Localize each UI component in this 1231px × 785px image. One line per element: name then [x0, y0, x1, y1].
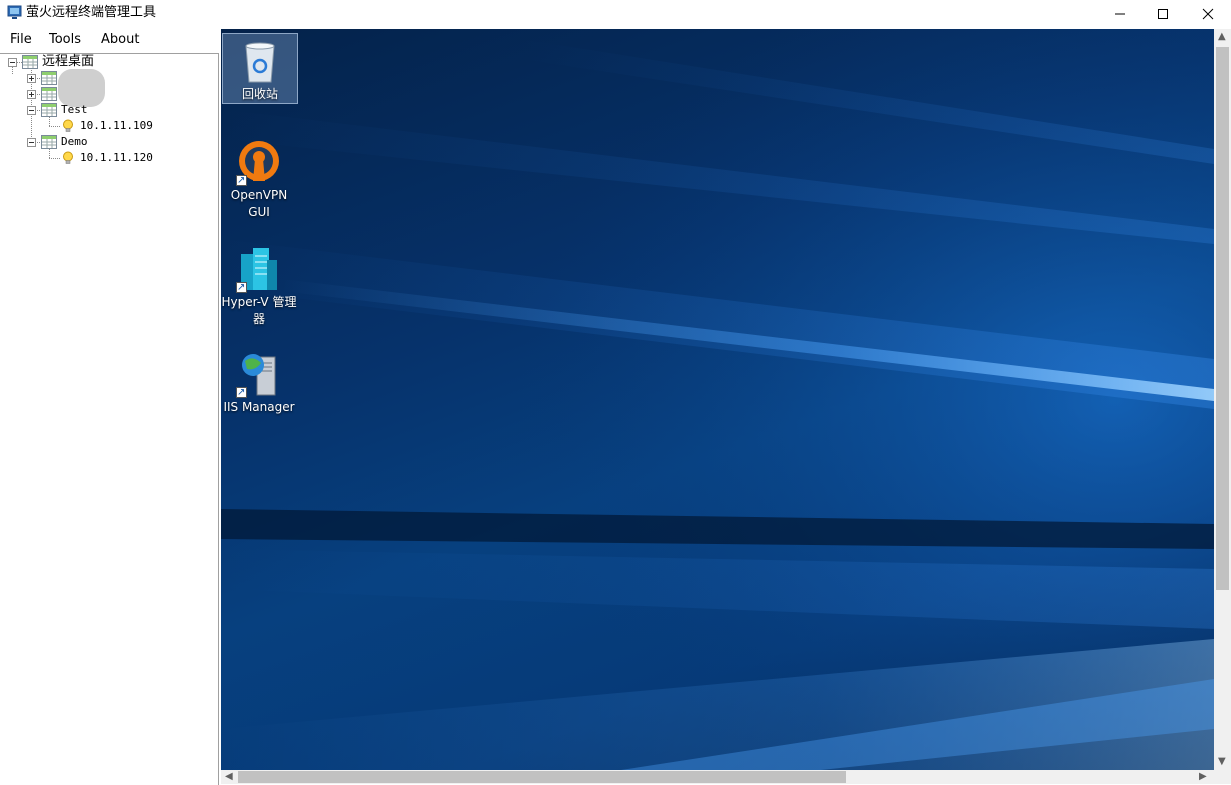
minimize-button[interactable]	[1097, 0, 1143, 28]
desktop-icon-iis[interactable]: IIS Manager	[221, 349, 297, 416]
tree-host-label: 10.1.11.109	[80, 119, 153, 132]
desktop-wallpaper	[221, 29, 1214, 770]
expand-toggle[interactable]	[27, 90, 36, 99]
folder-grid-icon	[41, 103, 57, 117]
close-button[interactable]	[1185, 0, 1231, 28]
remote-desktop-view[interactable]: 回收站 OpenVPN GUI Hyper-V 管理器	[221, 29, 1214, 770]
recycle-bin-icon	[245, 42, 275, 83]
horizontal-scroll-thumb[interactable]	[238, 771, 846, 783]
window-title: 萤火远程终端管理工具	[26, 5, 157, 20]
expand-toggle[interactable]	[27, 74, 36, 83]
collapse-toggle[interactable]	[27, 106, 36, 115]
scroll-right-icon[interactable]: ▶	[1199, 771, 1207, 783]
tree-host-node[interactable]: 10.1.11.120	[0, 150, 200, 166]
tree-host-label: 10.1.11.120	[80, 151, 153, 164]
maximize-button[interactable]	[1140, 0, 1186, 28]
shortcut-arrow-icon	[236, 384, 247, 401]
desktop-icon-label: IIS Manager	[223, 400, 295, 414]
app-icon	[7, 5, 22, 19]
vertical-scroll-thumb[interactable]	[1216, 47, 1229, 590]
folder-grid-icon	[22, 55, 38, 69]
shortcut-arrow-icon	[236, 172, 247, 189]
desktop-icon-hyperv[interactable]: Hyper-V 管理器	[221, 244, 297, 328]
scroll-up-icon[interactable]: ▲	[1218, 31, 1226, 43]
shortcut-arrow-icon	[236, 279, 247, 296]
vertical-scrollbar[interactable]: ▲ ▼	[1214, 29, 1231, 770]
close-icon	[1202, 8, 1214, 20]
tree-root-node[interactable]: 远程桌面	[0, 54, 200, 70]
desktop-icon-label: Hyper-V 管理器	[221, 295, 297, 326]
menu-file[interactable]: File	[8, 32, 34, 48]
tree-group-label: Demo	[61, 135, 88, 148]
desktop-icon-recycle-bin[interactable]: 回收站	[222, 33, 298, 104]
menu-bar: File Tools About	[0, 29, 220, 51]
scroll-left-icon[interactable]: ◀	[225, 771, 233, 783]
tree-root-label: 远程桌面	[42, 54, 95, 69]
maximize-icon	[1158, 9, 1168, 19]
collapse-toggle[interactable]	[8, 58, 17, 67]
menu-about[interactable]: About	[99, 32, 141, 48]
tree-group-node[interactable]: Demo	[0, 134, 200, 150]
minimize-icon	[1115, 13, 1125, 15]
folder-grid-icon	[41, 71, 57, 85]
desktop-icon-label: OpenVPN GUI	[230, 188, 288, 219]
lightbulb-icon	[63, 119, 73, 132]
title-bar: 萤火远程终端管理工具	[0, 0, 1231, 28]
scrollbar-corner	[1214, 770, 1231, 784]
tree-group-label: Test	[61, 103, 88, 116]
scroll-down-icon[interactable]: ▼	[1218, 756, 1226, 768]
lightbulb-icon	[63, 151, 73, 164]
menu-tools[interactable]: Tools	[47, 32, 83, 48]
folder-grid-icon	[41, 87, 57, 101]
desktop-icon-label: 回收站	[241, 87, 278, 101]
collapse-toggle[interactable]	[27, 138, 36, 147]
folder-grid-icon	[41, 135, 57, 149]
tree-group-node[interactable]: Test	[0, 102, 200, 118]
desktop-icon-openvpn[interactable]: OpenVPN GUI	[221, 137, 297, 221]
tree-host-node[interactable]: 10.1.11.109	[0, 118, 200, 134]
horizontal-scrollbar[interactable]: ◀ ▶	[221, 770, 1214, 784]
